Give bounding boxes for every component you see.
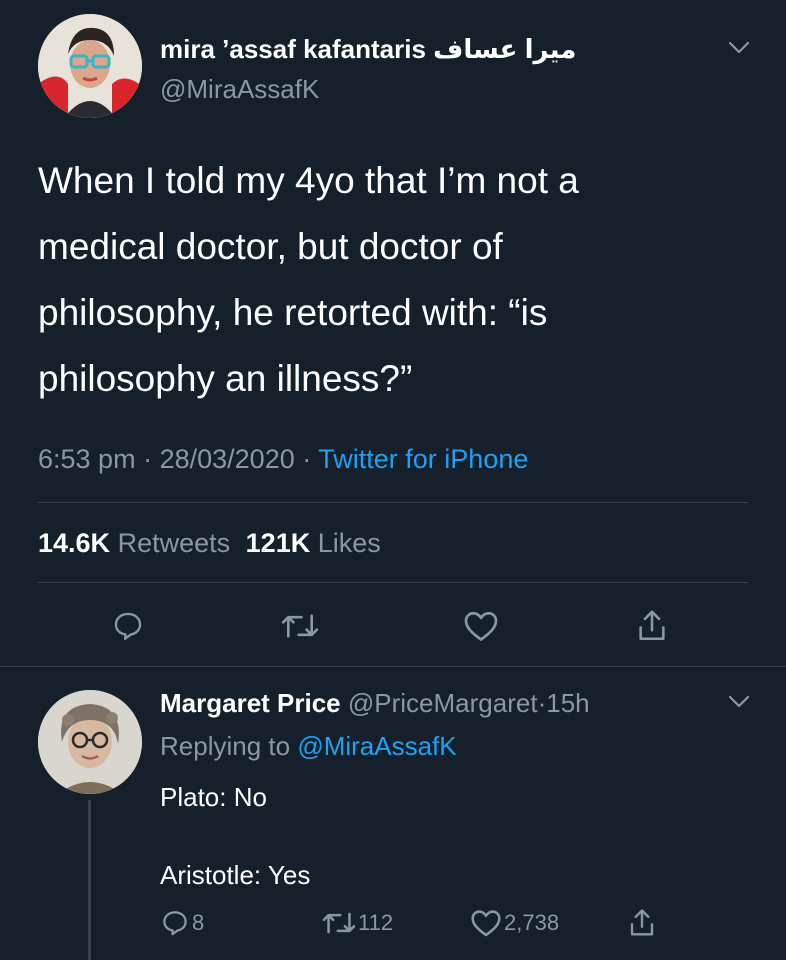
retweets-count: 14.6K: [38, 528, 111, 558]
reply-author-handle[interactable]: @PriceMargaret: [348, 688, 538, 718]
divider: [0, 666, 786, 667]
retweet-icon: [322, 912, 356, 934]
like-count: 2,738: [504, 910, 560, 935]
tweet-text-line: philosophy an illness?”: [38, 358, 413, 399]
replying-to-label: Replying to: [160, 731, 291, 761]
likes-label: Likes: [317, 528, 381, 558]
divider: [38, 582, 748, 583]
tweet-text-line: When I told my 4yo that I’m not a: [38, 160, 579, 201]
separator: ·: [302, 444, 312, 474]
tweet-text-line: medical doctor, but doctor of: [38, 226, 503, 267]
likes-stat[interactable]: 121K Likes: [246, 528, 381, 558]
separator: ·: [143, 444, 153, 474]
reply-like-action[interactable]: 2,738: [470, 908, 559, 938]
tweet-text-line: philosophy, he retorted with: “is: [38, 292, 548, 333]
reply-thread-line: [88, 800, 91, 960]
tweet-timestamp: 6:53 pm · 28/03/2020 · Twitter for iPhon…: [38, 444, 528, 475]
reply-author-avatar[interactable]: [38, 690, 142, 794]
share-icon[interactable]: [632, 604, 672, 648]
reply-icon: [163, 911, 187, 936]
divider: [38, 502, 748, 503]
author-avatar-image: [38, 14, 142, 118]
replying-to-handle[interactable]: @MiraAssafK: [297, 731, 456, 761]
reply-author-name[interactable]: Margaret Price: [160, 688, 341, 718]
reply-text-line: Aristotle: Yes: [160, 860, 311, 890]
retweet-icon[interactable]: [278, 606, 322, 646]
tweet-source[interactable]: Twitter for iPhone: [318, 444, 528, 474]
reply-header: Margaret Price @PriceMargaret·15h: [160, 688, 590, 719]
reply-retweet-action[interactable]: 112: [322, 908, 393, 938]
reply-count: 8: [192, 910, 205, 935]
retweets-label: Retweets: [117, 528, 231, 558]
likes-count: 121K: [245, 528, 311, 558]
share-icon[interactable]: [624, 904, 660, 942]
retweet-count: 112: [358, 910, 394, 935]
tweet-date[interactable]: 28/03/2020: [160, 444, 295, 474]
reply-author-avatar-image: [38, 690, 142, 794]
tweet-time[interactable]: 6:53 pm: [38, 444, 136, 474]
separator: ·: [537, 688, 547, 718]
tweet-menu-chevron-icon[interactable]: [726, 38, 752, 58]
retweets-stat[interactable]: 14.6K Retweets: [38, 528, 238, 558]
reply-icon[interactable]: [108, 606, 148, 646]
like-icon[interactable]: [460, 606, 502, 646]
reply-menu-chevron-icon[interactable]: [726, 692, 752, 712]
author-avatar[interactable]: [38, 14, 142, 118]
tweet-stats: 14.6K Retweets 121K Likes: [38, 528, 381, 559]
author-name[interactable]: mira ’assaf kafantaris ميرا عساف: [160, 34, 576, 65]
reply-age[interactable]: 15h: [546, 688, 589, 718]
tweet-text: When I told my 4yo that I’m not a medica…: [38, 148, 758, 412]
reply-text-line: Plato: No: [160, 782, 267, 812]
reply-reply-action[interactable]: 8: [160, 908, 204, 938]
replying-to: Replying to @MiraAssafK: [160, 731, 457, 762]
author-handle[interactable]: @MiraAssafK: [160, 74, 319, 105]
like-icon: [471, 910, 501, 937]
